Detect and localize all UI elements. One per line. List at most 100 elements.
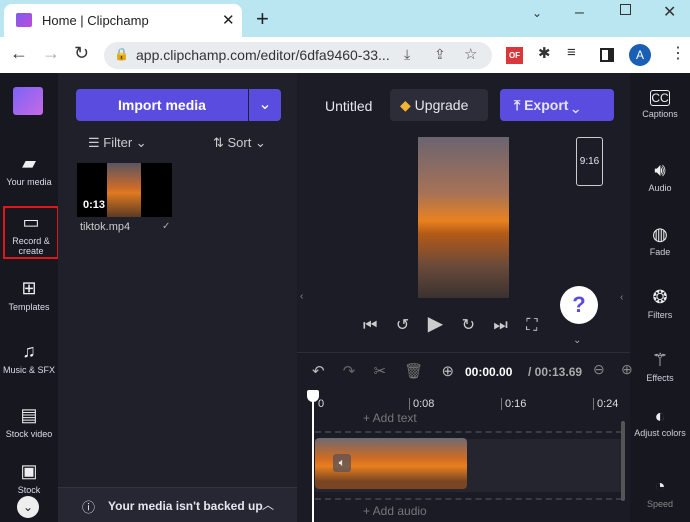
minimize-icon[interactable]: – [575,4,584,22]
cut-icon[interactable]: ✂ [374,363,387,380]
extension-badge[interactable]: OF [506,47,523,64]
info-icon: ⓘ [82,500,96,515]
sort-button[interactable]: ⇅ Sort ⌄ [213,135,266,151]
delete-icon[interactable]: 🗑︎ [404,363,423,380]
playback-controls: ⏮ ↺ ▶ ↻ ⏭ ⛶ [363,311,537,336]
duration-label: 0:13 [83,199,106,211]
collapse-preview-icon[interactable]: ⌄ [573,335,581,346]
music-icon: ♫ [22,341,36,361]
tab-search-icon[interactable]: ⌄ [532,6,542,20]
export-button[interactable]: ⤒ Export ⌄ [500,89,614,121]
play-icon[interactable]: ▶ [428,313,443,335]
rewind-5-icon[interactable]: ↺ [396,317,409,334]
skip-back-icon[interactable]: ⏮ [363,317,377,334]
image-icon: ▣ [20,461,38,481]
rail-record-create[interactable]: ▭ Record & create [3,206,59,259]
tick-label: 0:08 [409,398,434,410]
collapse-left-icon[interactable]: ‹ [300,291,303,302]
video-clip[interactable]: 🔈︎ [315,438,467,489]
media-thumbnail[interactable]: 0:13 [77,163,172,217]
back-icon[interactable]: ← [10,43,28,64]
zoom-out-icon[interactable]: ⊖ [593,361,605,378]
close-tab-icon[interactable]: ✕ [222,11,235,29]
diamond-icon: ◆ [400,97,411,113]
left-rail: ▰ Your media ▭ Record & create ⊞ Templates … [0,73,59,522]
upload-icon: ⤒ [514,97,521,113]
menu-icon[interactable]: ⋮ [670,43,686,63]
rail-templates[interactable]: ⊞ Templates [0,278,58,312]
install-icon[interactable]: ⤓ [404,46,410,63]
add-text-track[interactable]: + Add text [363,411,417,425]
add-audio-track[interactable]: + Add audio [363,504,427,518]
profile-avatar[interactable]: A [629,44,651,66]
new-tab-icon[interactable]: + [256,6,269,32]
forward-icon[interactable]: → [42,43,60,64]
close-window-icon[interactable]: ✕ [663,2,676,22]
playhead-handle[interactable] [307,390,319,402]
collapse-right-icon[interactable]: ‹ [620,292,623,303]
right-fade[interactable]: ◍ Fade [630,224,690,257]
rail-stock-video[interactable]: ▤ Stock video [0,405,58,439]
zoom-in-icon[interactable]: ⊕ [621,361,633,378]
right-adjust-colors[interactable]: ◐ Adjust colors [630,406,690,438]
total-time: / 00:13.69 [528,365,583,379]
right-speed[interactable]: ◔ Speed [630,476,690,509]
browser-tab[interactable]: Home | Clipchamp ✕ [4,4,242,37]
chevron-up-icon: ︿ [262,498,275,512]
share-icon[interactable]: ⇪ [434,46,446,63]
project-title[interactable]: Untitled [325,98,372,114]
bookmark-star-icon[interactable]: ☆ [464,45,477,63]
scroll-down-button[interactable]: ⌄ [17,496,39,518]
rail-your-media[interactable]: ▰ Your media [0,153,58,187]
right-filters[interactable]: ❂ Filters [630,287,690,320]
right-captions[interactable]: CC Captions [630,90,690,119]
import-dropdown-button[interactable]: ⌄ [249,89,281,121]
backup-banner[interactable]: ⓘ Your media isn't backed up ︿ [58,487,297,522]
filter-button[interactable]: ☰ Filter ⌄ [88,135,147,151]
thumbnail-image [107,163,141,217]
fade-icon: ◍ [652,224,668,244]
camera-icon: ▭ [22,212,40,232]
extensions-icon[interactable]: ✱ [538,44,551,62]
video-preview [418,137,509,298]
divider [315,431,622,433]
media-panel: ☰ Filter ⌄ ⇅ Sort ⌄ tiktok.mp4 ✓ ⓘ Your … [58,73,297,522]
forward-5-icon[interactable]: ↻ [462,317,475,334]
fullscreen-icon[interactable]: ⛶ [526,317,537,334]
speaker-icon: 🔊︎ [654,160,666,180]
skip-forward-icon[interactable]: ⏭ [493,317,507,334]
tick-label: 0:16 [501,398,526,410]
browser-tab-strip: Home | Clipchamp ✕ + ⌄ – ✕ [0,0,690,37]
url-text: app.clipchamp.com/editor/6dfa9460-33... [136,47,390,63]
divider [315,498,622,500]
rail-music[interactable]: ♫ Music & SFX [0,341,58,375]
check-icon: ✓ [162,221,171,232]
tick-label: 0 [318,398,325,410]
speedometer-icon: ◔ [654,476,666,496]
right-audio[interactable]: 🔊︎ Audio [630,160,690,193]
timeline-toolbar: ↶ ↷ ✂ 🗑︎ ⊕ [312,362,454,380]
timeline-scrollbar[interactable] [621,421,625,501]
current-time: 00:00.00 [465,365,513,379]
address-bar[interactable]: 🔒 app.clipchamp.com/editor/6dfa9460-33..… [104,42,492,69]
file-name: tiktok.mp4 [80,221,131,233]
import-media-button[interactable]: Import media [76,89,248,121]
reload-icon[interactable]: ↻ [74,43,89,64]
clip-audio-icon[interactable]: 🔈︎ [333,454,351,472]
undo-icon[interactable]: ↶ [312,363,325,380]
upgrade-button[interactable]: ◆ Upgrade [390,89,488,121]
playhead[interactable] [307,390,319,522]
add-media-icon[interactable]: ⊕ [441,363,454,380]
wand-icon: ⚚ [651,350,669,370]
side-panel-icon[interactable] [600,48,614,62]
templates-icon: ⊞ [21,278,37,298]
folder-icon: ▰ [22,153,36,173]
aspect-ratio-button[interactable]: 9:16 [576,137,603,186]
help-button[interactable]: ? [560,286,598,324]
media-control-icon[interactable]: ≡ [567,44,576,61]
rail-stock-images[interactable]: ▣ Stock [0,461,58,495]
clipchamp-favicon-icon [16,13,32,27]
maximize-icon[interactable] [620,4,631,15]
right-effects[interactable]: ⚚ Effects [630,350,690,383]
redo-icon[interactable]: ↷ [343,363,356,380]
